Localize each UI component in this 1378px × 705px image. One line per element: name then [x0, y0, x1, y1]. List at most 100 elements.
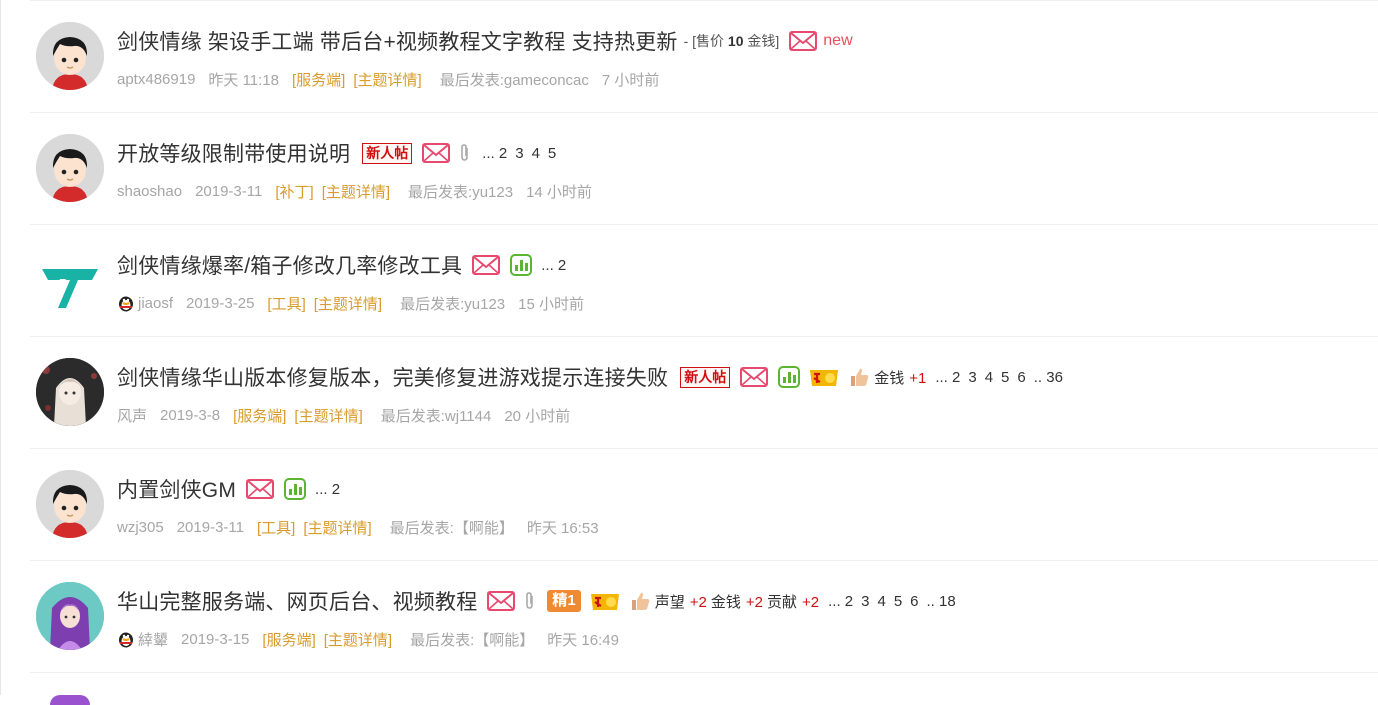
mail-icon	[246, 479, 275, 499]
thread-meta: wzj305 2019-3-11 [工具] [主题详情] 最后发表:【啊能】 昨…	[117, 517, 612, 537]
pagination: ... 2 345	[482, 145, 564, 162]
attachment-icon	[457, 143, 473, 163]
thread-title-link[interactable]: 剑侠情缘华山版本修复版本，完美修复进游戏提示连接失败	[117, 362, 668, 392]
credit-reward: 声望 +2	[655, 591, 707, 612]
title-line: 剑侠情缘爆率/箱子修改几率修改工具 ... 2	[117, 251, 574, 279]
qq-penguin-icon	[117, 630, 135, 648]
credit-label: 贡献	[767, 593, 798, 611]
default-avatar-icon[interactable]	[36, 470, 104, 538]
page-link[interactable]: 6	[1017, 369, 1025, 386]
last-post-time: 15 小时前	[518, 295, 585, 313]
anime-avatar-icon[interactable]	[36, 582, 104, 650]
price-suffix: 金钱]	[743, 33, 780, 49]
page-link[interactable]: 5	[894, 593, 902, 610]
qq-penguin-icon	[117, 294, 135, 312]
thread-title-link[interactable]: 剑侠情缘爆率/箱子修改几率修改工具	[117, 250, 462, 280]
thread-row: 剑侠情缘 架设手工端 带后台+视频教程文字教程 支持热更新 - [售价 10 金…	[30, 0, 1378, 113]
page-link[interactable]: ... 2	[482, 145, 507, 162]
page-link[interactable]: 3	[968, 369, 976, 386]
credit-label: 金钱	[710, 593, 741, 611]
price-tag: - [售价 10 金钱]	[684, 31, 780, 51]
page-link[interactable]: ... 2	[315, 481, 340, 498]
default-avatar-icon[interactable]	[36, 22, 104, 90]
teal-logo-avatar-icon[interactable]	[36, 246, 104, 314]
page-link[interactable]: 5	[1001, 369, 1009, 386]
title-line: 华山完整服务端、网页后台、视频教程 精1 声望 +2 金钱 +2 贡献 +2 ... …	[117, 587, 964, 615]
new-label: new	[823, 32, 853, 49]
thread-row: 剑侠情缘爆率/箱子修改几率修改工具 ... 2 jiaosf 2019-3-25…	[30, 225, 1378, 337]
thread-title-link[interactable]: 华山完整服务端、网页后台、视频教程	[117, 586, 477, 616]
thread-row: 开放等级限制带使用说明 新人帖 ... 2 345 shaoshao 2019-3…	[30, 113, 1378, 225]
attachment-icon	[522, 591, 538, 611]
detail-link[interactable]: [主题详情]	[314, 293, 382, 314]
post-date: 2019-3-11	[195, 182, 263, 200]
page-link[interactable]: 3	[515, 145, 523, 162]
credit-label: 声望	[654, 593, 685, 611]
digest-badge: 精1	[547, 590, 581, 612]
category-link[interactable]: [服务端]	[292, 69, 345, 90]
credit-value: +1	[909, 369, 927, 387]
page-link[interactable]: 4	[877, 593, 885, 610]
credit-reward: 贡献 +2	[767, 591, 819, 612]
detail-link[interactable]: [主题详情]	[294, 405, 362, 426]
thread-title-link[interactable]: 开放等级限制带使用说明	[117, 138, 350, 168]
author-link[interactable]: aptx486919	[117, 71, 195, 88]
last-post-user[interactable]: 最后发表:【啊能】	[410, 629, 534, 650]
thread-row: 华山完整服务端、网页后台、视频教程 精1 声望 +2 金钱 +2 贡献 +2 ... …	[30, 561, 1378, 673]
last-post-user[interactable]: 最后发表:yu123	[408, 181, 513, 202]
thread-title-link[interactable]: 剑侠情缘 架设手工端 带后台+视频教程文字教程 支持热更新	[117, 26, 678, 56]
thread-meta: 风声 2019-3-8 [服务端] [主题详情] 最后发表:wj1144 20 …	[117, 405, 583, 425]
page-link[interactable]: 3	[861, 593, 869, 610]
poll-icon	[284, 478, 307, 500]
thumb-icon	[848, 366, 870, 388]
author-link[interactable]: jiaosf	[138, 295, 173, 312]
category-link[interactable]: [工具]	[267, 293, 305, 314]
detail-link[interactable]: [主题详情]	[322, 181, 390, 202]
last-post-time: 20 小时前	[504, 407, 571, 425]
pagination: ... 2	[541, 257, 574, 274]
page-link[interactable]: ... 2	[935, 369, 960, 386]
page-link[interactable]: 4	[532, 145, 540, 162]
post-date: 2019-3-11	[176, 518, 244, 536]
mail-icon	[472, 255, 501, 275]
credit-label: 金钱	[874, 369, 905, 387]
last-post-user[interactable]: 最后发表:yu123	[400, 293, 505, 314]
newbie-badge: 新人帖	[680, 366, 731, 388]
pagination: ... 2 3 4 5 6 .. 18	[828, 593, 964, 610]
page-link[interactable]: ... 2	[828, 593, 853, 610]
last-post-user[interactable]: 最后发表:【啊能】	[390, 517, 514, 538]
author-link[interactable]: shaoshao	[117, 183, 182, 200]
last-post-time: 昨天 16:53	[526, 519, 599, 537]
detail-link[interactable]: [主题详情]	[303, 517, 371, 538]
page-link[interactable]: 5	[548, 145, 556, 162]
page-link[interactable]: 4	[985, 369, 993, 386]
page-link[interactable]: .. 18	[927, 593, 956, 610]
category-link[interactable]: [工具]	[257, 517, 295, 538]
detail-link[interactable]: [主题详情]	[353, 69, 421, 90]
poll-icon	[778, 366, 801, 388]
thread-title-link[interactable]: 内置剑侠GM	[117, 474, 236, 504]
category-link[interactable]: [服务端]	[233, 405, 286, 426]
page-link[interactable]: ... 2	[541, 257, 566, 274]
mail-icon	[789, 31, 818, 51]
thread-meta: aptx486919 昨天 11:18 [服务端] [主题详情] 最后发表:ga…	[117, 69, 672, 89]
default-avatar-icon[interactable]	[36, 134, 104, 202]
anime-avatar-icon[interactable]	[36, 358, 104, 426]
page-link[interactable]: .. 36	[1034, 369, 1063, 386]
author-link[interactable]: wzj305	[117, 519, 164, 536]
credit-value: +2	[745, 593, 763, 611]
last-post-user[interactable]: 最后发表:wj1144	[381, 405, 492, 426]
page-link[interactable]: 6	[910, 593, 918, 610]
detail-link[interactable]: [主题详情]	[324, 629, 392, 650]
price-amount: 10	[727, 33, 744, 49]
category-link[interactable]: [服务端]	[262, 629, 315, 650]
credit-value: +2	[802, 593, 820, 611]
thread-row: 内置剑侠GM ... 2 wzj305 2019-3-11 [工具] [主题详情…	[30, 449, 1378, 561]
category-link[interactable]: [补丁]	[275, 181, 313, 202]
post-date: 2019-3-8	[160, 406, 221, 424]
author-link[interactable]: 风声	[117, 405, 147, 426]
author-link[interactable]: 緈顰	[138, 629, 168, 650]
last-post-user[interactable]: 最后发表:gameconcac	[440, 69, 589, 90]
title-line: 开放等级限制带使用说明 新人帖 ... 2 345	[117, 139, 564, 167]
title-line: 剑侠情缘 架设手工端 带后台+视频教程文字教程 支持热更新 - [售价 10 金…	[117, 27, 853, 55]
